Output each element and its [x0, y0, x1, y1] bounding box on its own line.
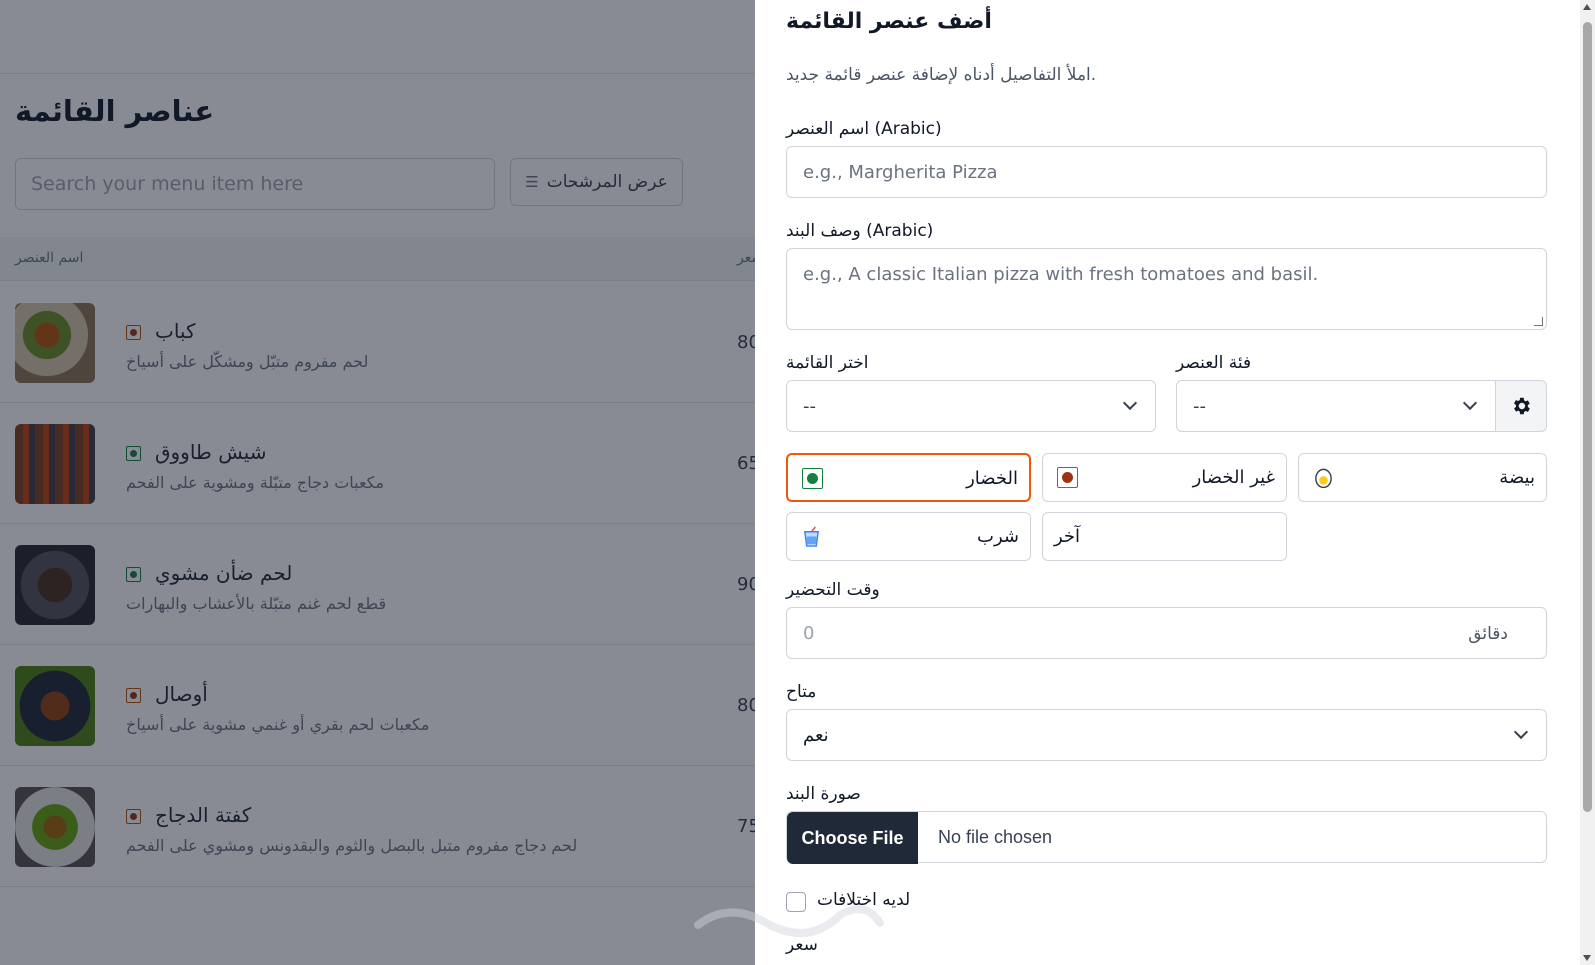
category-select[interactable]: --	[1176, 380, 1496, 432]
scroll-down-icon[interactable]	[1583, 955, 1591, 961]
item-name-input[interactable]: e.g., Margherita Pizza	[786, 146, 1547, 198]
available-label: متاح	[786, 682, 817, 702]
chevron-down-icon	[1462, 395, 1478, 411]
diet-option-label: بيضة	[1499, 467, 1535, 488]
choose-file-button[interactable]: Choose File	[787, 812, 918, 864]
egg-icon	[1315, 468, 1332, 488]
drink-icon	[804, 526, 819, 547]
item-image-label: صورة البند	[786, 784, 861, 804]
add-menu-item-drawer: أضف عنصر القائمة املأ التفاصيل أدناه لإض…	[755, 0, 1595, 965]
prep-time-unit: دقائق	[1468, 624, 1508, 644]
diet-option-label: الخضار	[966, 468, 1018, 489]
item-description-label: وصف البند (Arabic)	[786, 221, 934, 241]
scroll-up-icon[interactable]	[1583, 4, 1591, 10]
available-select-value: نعم	[803, 725, 829, 746]
diet-option-drink[interactable]: شرب	[786, 512, 1031, 561]
category-select-value: --	[1193, 396, 1206, 417]
item-image-file-input[interactable]: Choose File No file chosen	[786, 811, 1547, 864]
item-description-textarea[interactable]: e.g., A classic Italian pizza with fresh…	[786, 248, 1547, 330]
drawer-subtitle: املأ التفاصيل أدناه لإضافة عنصر قائمة جد…	[786, 65, 1097, 85]
menu-select[interactable]: --	[786, 380, 1156, 432]
diet-option-veg[interactable]: الخضار	[786, 453, 1031, 502]
category-select-label: فئة العنصر	[1176, 353, 1252, 373]
diet-option-egg[interactable]: بيضة	[1298, 453, 1547, 502]
menu-select-label: اختر القائمة	[786, 353, 869, 373]
chevron-down-icon	[1122, 395, 1138, 411]
watermark-logo	[694, 905, 884, 937]
category-settings-button[interactable]	[1495, 380, 1547, 432]
non-veg-icon	[1057, 467, 1078, 488]
drawer-scrollbar[interactable]	[1580, 0, 1595, 965]
item-description-placeholder: e.g., A classic Italian pizza with fresh…	[803, 264, 1319, 285]
no-file-text: No file chosen	[938, 827, 1053, 847]
prep-time-placeholder: 0	[803, 623, 815, 644]
diet-option-label: شرب	[977, 526, 1019, 547]
drawer-title: أضف عنصر القائمة	[786, 9, 992, 34]
prep-time-label: وقت التحضير	[786, 580, 880, 600]
available-select[interactable]: نعم	[786, 709, 1547, 761]
item-name-label: اسم العنصر (Arabic)	[786, 119, 942, 139]
resize-handle-icon[interactable]	[1534, 317, 1543, 326]
prep-time-input[interactable]: 0 دقائق	[786, 607, 1547, 659]
chevron-down-icon	[1513, 724, 1529, 740]
item-name-placeholder: e.g., Margherita Pizza	[803, 162, 998, 183]
gear-icon	[1514, 397, 1530, 415]
diet-option-other[interactable]: آخر	[1042, 512, 1287, 561]
diet-option-label: غير الخضار	[1192, 467, 1275, 488]
diet-option-non-veg[interactable]: غير الخضار	[1042, 453, 1287, 502]
menu-select-value: --	[803, 396, 816, 417]
veg-icon	[802, 468, 823, 489]
diet-option-label: آخر	[1054, 526, 1081, 547]
scrollbar-thumb[interactable]	[1583, 22, 1592, 812]
